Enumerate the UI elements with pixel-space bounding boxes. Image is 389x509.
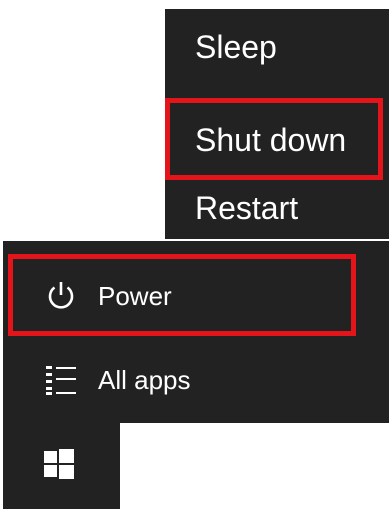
list-icon [42,361,80,399]
shut-down-menu-item[interactable]: Shut down [195,120,346,160]
start-button[interactable] [44,449,74,479]
restart-menu-item[interactable]: Restart [195,188,298,228]
power-button-label: Power [98,280,172,311]
power-button[interactable]: Power [0,255,172,337]
sleep-menu-item[interactable]: Sleep [195,27,277,67]
windows-logo-icon [44,449,74,479]
screenshot-stage: Sleep Shut down Restart Power All apps [0,0,389,509]
power-options-menu: Sleep Shut down Restart [165,9,389,239]
all-apps-label: All apps [98,364,191,395]
all-apps-button[interactable]: All apps [0,351,191,409]
power-icon [42,277,80,315]
start-menu-panel: Power All apps [0,241,389,509]
